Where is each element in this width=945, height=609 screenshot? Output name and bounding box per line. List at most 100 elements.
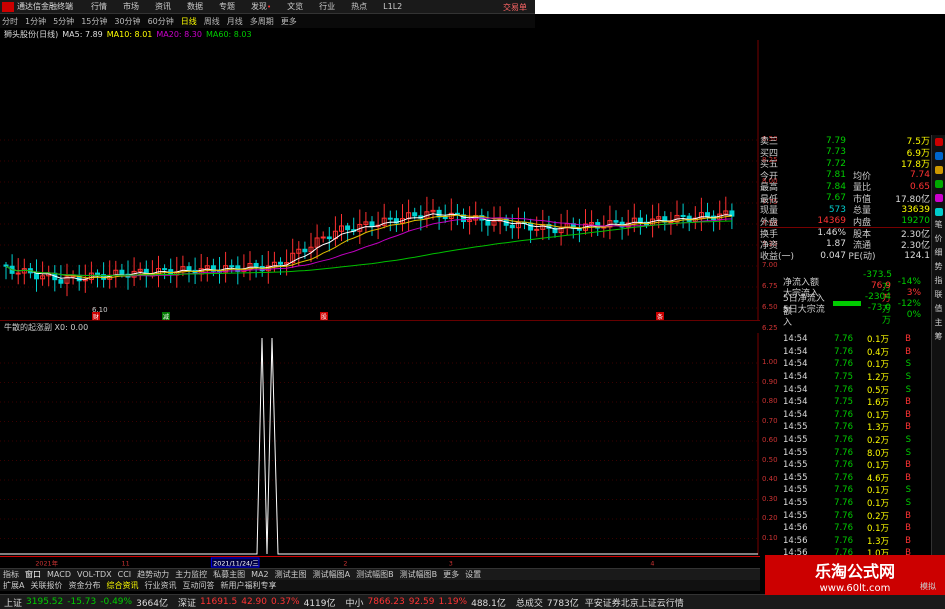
- formula-tab[interactable]: 测试幅图B: [400, 569, 438, 580]
- tool-glyph-icon: [934, 152, 943, 160]
- menu-item-l1l2[interactable]: L1L2: [383, 2, 402, 11]
- menu-item-faxian[interactable]: 发现: [251, 1, 271, 12]
- extension-tab[interactable]: 资金分布: [68, 580, 100, 591]
- formula-tab[interactable]: VOL-TDX: [77, 570, 112, 579]
- menu-item-zixun[interactable]: 资讯: [155, 1, 171, 12]
- formula-tab[interactable]: 设置: [465, 569, 481, 580]
- menu-item-shichang[interactable]: 市场: [123, 1, 139, 12]
- formula-tab[interactable]: MACD: [47, 570, 71, 579]
- formula-tab[interactable]: 测试幅图B: [356, 569, 394, 580]
- period-5min[interactable]: 5分钟: [53, 16, 74, 27]
- formula-tab[interactable]: 主力监控: [175, 569, 207, 580]
- tick-time: 14:56: [783, 523, 808, 534]
- tick-time: 14:55: [783, 422, 808, 433]
- menu-item-redian[interactable]: 热点: [351, 1, 367, 12]
- zx-change: 92.59: [408, 597, 435, 607]
- sh-percent: -0.49%: [100, 597, 133, 607]
- period-60min[interactable]: 60分钟: [148, 16, 174, 27]
- period-weekly[interactable]: 周线: [204, 16, 220, 27]
- ma5-label: MA5: 7.89: [62, 29, 103, 39]
- sub-tick-label: 0.30: [762, 494, 778, 503]
- tick-time: 14:55: [783, 460, 808, 471]
- menu-item-shuju[interactable]: 数据: [187, 1, 203, 12]
- extension-tab[interactable]: 扩展A: [3, 580, 24, 591]
- side-tool-icon[interactable]: [932, 135, 945, 149]
- period-daily[interactable]: 日线: [181, 16, 197, 27]
- broker-label: 平安证券北京上证云行情: [584, 598, 684, 609]
- tick-row: 14:55 7.76 4.6万 B: [783, 472, 928, 485]
- formula-tab[interactable]: MA2: [251, 570, 268, 579]
- side-tool-icon[interactable]: [932, 163, 945, 177]
- extension-tab[interactable]: 行业资讯: [144, 580, 176, 591]
- extension-tab[interactable]: 综合资讯: [106, 580, 138, 591]
- candlestick-chart[interactable]: 6.10财减股条: [0, 40, 760, 320]
- period-monthly[interactable]: 月线: [227, 16, 243, 27]
- period-more[interactable]: 更多: [281, 16, 297, 27]
- tool-glyph-icon: [934, 166, 943, 174]
- side-tool-icon[interactable]: [932, 177, 945, 191]
- side-tab[interactable]: 细: [932, 247, 945, 261]
- extension-tab[interactable]: 新用户福利专享: [220, 580, 276, 591]
- stat-row: 外盘 14369 内盘 19270: [760, 216, 930, 228]
- candle-body: [387, 217, 393, 220]
- side-tab[interactable]: 指: [932, 275, 945, 289]
- formula-tab[interactable]: CCI: [118, 570, 132, 579]
- formula-tab[interactable]: 更多: [443, 569, 459, 580]
- mode-label[interactable]: 模拟: [920, 581, 936, 592]
- side-tab[interactable]: 势: [932, 261, 945, 275]
- side-tab[interactable]: 筹: [932, 331, 945, 345]
- side-tab[interactable]: 笔: [932, 219, 945, 233]
- formula-tab[interactable]: 窗口: [25, 569, 41, 580]
- sz-percent: 0.37%: [271, 597, 300, 607]
- period-fenshi[interactable]: 分时: [2, 16, 18, 27]
- tool-glyph-icon: [934, 208, 943, 216]
- status-bar: 上证 3195.52 -15.73 -0.49% 3664亿 深证 11691.…: [0, 594, 945, 609]
- side-tab[interactable]: 主: [932, 317, 945, 331]
- tick-list[interactable]: 14:54 7.76 0.1万 B 14:54 7.76 0.4万 B 14:54 7.76 0.1…: [783, 333, 928, 559]
- period-15min[interactable]: 15分钟: [81, 16, 107, 27]
- date-label: 4: [650, 559, 654, 567]
- tick-volume: 0.1万: [866, 524, 889, 535]
- tick-volume: 0.5万: [866, 385, 889, 396]
- capital-flow-percent: -12%: [897, 298, 921, 309]
- order-book-price: 7.72: [825, 158, 846, 169]
- candle-body: [637, 217, 643, 223]
- candle-body: [509, 224, 515, 229]
- sh-label: 上证: [4, 598, 23, 609]
- period-1min[interactable]: 1分钟: [25, 16, 46, 27]
- formula-tab[interactable]: 测试幅图A: [313, 569, 350, 580]
- sh-amount: 3664亿: [136, 598, 168, 609]
- indicator-line: [0, 337, 758, 555]
- tick-time: 14:54: [783, 346, 808, 357]
- side-tab[interactable]: 价: [932, 233, 945, 247]
- watermark-title: 乐淘公式网: [814, 562, 895, 581]
- ma20-label: MA20: 8.30: [156, 29, 202, 39]
- menu-item-hangqing[interactable]: 行情: [91, 1, 107, 12]
- indicator-chart[interactable]: [0, 333, 760, 555]
- side-tool-icon[interactable]: [932, 205, 945, 219]
- tick-volume: 0.2万: [866, 511, 889, 522]
- side-tab[interactable]: 值: [932, 303, 945, 317]
- tick-price: 7.76: [834, 334, 853, 345]
- menu-item-zhuanti[interactable]: 专题: [219, 1, 235, 12]
- tick-price: 7.76: [834, 498, 853, 509]
- menu-item-wenlan[interactable]: 文览: [287, 1, 303, 12]
- side-tab[interactable]: 联: [932, 289, 945, 303]
- stat-value: 7.84: [825, 181, 846, 192]
- formula-tab[interactable]: 指标: [3, 569, 19, 580]
- sh-change: -15.73: [67, 597, 97, 607]
- extension-tab[interactable]: 互动问答: [182, 580, 214, 591]
- trade-button[interactable]: 交易单: [503, 2, 527, 13]
- formula-tab[interactable]: 私募主图: [213, 569, 245, 580]
- formula-tab[interactable]: 趋势动力: [137, 569, 169, 580]
- menu-item-hangye[interactable]: 行业: [319, 1, 335, 12]
- formula-tab[interactable]: 测试主图: [275, 569, 307, 580]
- extension-tab[interactable]: 关联报价: [30, 580, 62, 591]
- period-multi[interactable]: 多周期: [250, 16, 274, 27]
- candle-body: [3, 264, 9, 267]
- stat-value: 7.67: [825, 193, 846, 204]
- tick-price: 7.75: [834, 397, 853, 408]
- side-tool-icon[interactable]: [932, 149, 945, 163]
- side-tool-icon[interactable]: [932, 191, 945, 205]
- period-30min[interactable]: 30分钟: [114, 16, 140, 27]
